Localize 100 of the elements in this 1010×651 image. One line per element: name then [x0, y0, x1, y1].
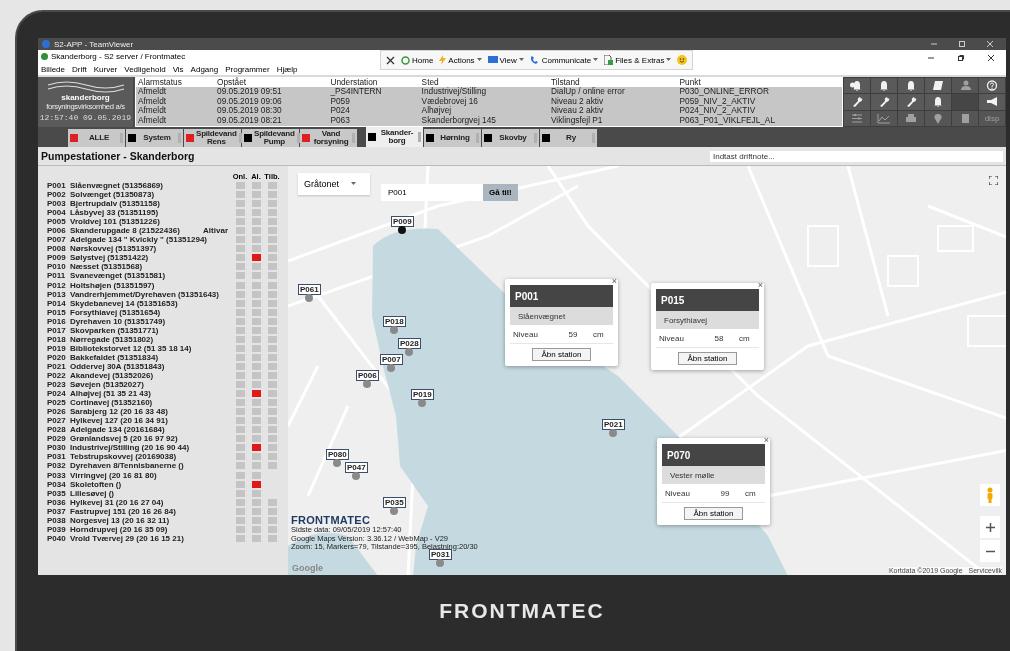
- map-marker[interactable]: [363, 380, 372, 388]
- menu-item[interactable]: Vedligehold: [124, 64, 166, 74]
- station-id[interactable]: P021: [47, 361, 70, 371]
- station-id[interactable]: P034: [47, 479, 70, 489]
- menu-item[interactable]: Vis: [172, 64, 184, 74]
- tab[interactable]: System: [126, 129, 183, 147]
- toolbar-button[interactable]: [898, 78, 924, 94]
- menu-item[interactable]: Billede: [41, 64, 65, 74]
- station-name[interactable]: Forsythiavej (51351654): [70, 307, 228, 317]
- station-id[interactable]: P008: [47, 244, 70, 254]
- station-name[interactable]: Næsset (51351568): [70, 262, 228, 272]
- station-id[interactable]: P035: [47, 488, 70, 498]
- toolbar-button[interactable]: [871, 78, 897, 94]
- smiley-icon[interactable]: [677, 55, 688, 65]
- station-id[interactable]: P003: [47, 199, 70, 209]
- zoom-in-button[interactable]: [980, 516, 1000, 538]
- station-name[interactable]: Industrivej/Stilling (20 16 90 44): [70, 443, 228, 453]
- close-button[interactable]: ×: [611, 277, 617, 286]
- station-name[interactable]: Dyrehaven 8/Tennisbanerne (): [70, 461, 228, 471]
- station-name[interactable]: Tebstrupskovvej (20169038): [70, 452, 228, 462]
- map-marker[interactable]: [352, 472, 361, 480]
- station-name[interactable]: Bibliotekstorvet 12 (51 35 18 14): [70, 343, 228, 353]
- station-id[interactable]: P038: [47, 515, 70, 525]
- station-id[interactable]: P012: [47, 280, 70, 290]
- map-marker[interactable]: [418, 399, 427, 407]
- station-name[interactable]: Vandrerhjemmet/Dyrehaven (51351643): [70, 289, 228, 299]
- station-name[interactable]: Fastrupvej 151 (20 16 26 84): [70, 506, 228, 516]
- close-icon[interactable]: [988, 55, 994, 61]
- station-name[interactable]: Adelgade 134 (20161684): [70, 425, 228, 435]
- toolbar-button[interactable]: Files & Extras: [615, 55, 665, 65]
- station-id[interactable]: P014: [47, 298, 70, 308]
- station-id[interactable]: P023: [47, 380, 70, 390]
- toolbar-button[interactable]: [871, 94, 897, 110]
- station-name[interactable]: Akandevej (51352026): [70, 371, 228, 380]
- station-name[interactable]: Solvænget (51350873): [70, 190, 228, 200]
- toolbar-button[interactable]: [925, 78, 951, 94]
- station-name[interactable]: Slåenvægnet (51356869): [70, 181, 228, 190]
- station-id[interactable]: P015: [47, 307, 70, 317]
- map-marker[interactable]: [405, 348, 414, 356]
- toolbar-button[interactable]: View: [499, 55, 517, 65]
- menu-item[interactable]: Programmer: [225, 64, 270, 74]
- station-id[interactable]: P032: [47, 461, 70, 471]
- station-name[interactable]: Cortinavej (51352160): [70, 398, 228, 408]
- station-id[interactable]: P030: [47, 443, 70, 453]
- close-icon[interactable]: [386, 55, 395, 65]
- station-id[interactable]: P028: [47, 425, 70, 435]
- menu-item[interactable]: Kurver: [93, 64, 118, 74]
- station-name[interactable]: Sølystvej (51351422): [70, 253, 228, 263]
- map-marker[interactable]: [387, 364, 396, 372]
- map-marker[interactable]: [333, 459, 342, 467]
- marker-label[interactable]: P019: [411, 389, 434, 400]
- station-name[interactable]: Søvejen (51352027): [70, 380, 228, 390]
- station-id[interactable]: P013: [47, 289, 70, 299]
- toolbar-button[interactable]: [925, 94, 951, 110]
- maximize-icon[interactable]: [959, 41, 965, 47]
- toolbar-button[interactable]: Communicate: [541, 55, 592, 65]
- station-name[interactable]: Vrold Tværvej 29 (20 16 15 21): [70, 533, 228, 543]
- map-marker[interactable]: [305, 294, 314, 302]
- station-id[interactable]: P011: [47, 271, 70, 281]
- marker-label[interactable]: P035: [383, 497, 406, 508]
- map-marker[interactable]: [390, 326, 399, 334]
- station-id[interactable]: P025: [47, 398, 70, 408]
- station-name[interactable]: Alhøjvej (51 35 21 43): [70, 389, 228, 399]
- station-id[interactable]: P018: [47, 334, 70, 344]
- open-station-button[interactable]: Åbn station: [678, 352, 737, 365]
- toolbar-button[interactable]: [844, 94, 870, 110]
- station-name[interactable]: Adelgade 134 " Kvickly " (51351294): [70, 235, 228, 245]
- station-name[interactable]: Bakkefaldet (51351834): [70, 352, 228, 362]
- menu-item[interactable]: Adgang: [190, 64, 219, 74]
- map-marker[interactable]: [398, 226, 407, 234]
- marker-label[interactable]: P028: [398, 338, 421, 349]
- tab[interactable]: Skander- borg: [366, 127, 423, 147]
- restore-icon[interactable]: [958, 55, 964, 61]
- station-id[interactable]: P039: [47, 524, 70, 534]
- station-name[interactable]: Oddervej 30A (51351843): [70, 361, 228, 371]
- station-id[interactable]: P016: [47, 316, 70, 326]
- marker-label[interactable]: P031: [429, 549, 452, 560]
- tab[interactable]: Spildevand Pump: [242, 129, 299, 147]
- station-id[interactable]: P020: [47, 352, 70, 362]
- station-id[interactable]: P010: [47, 262, 70, 272]
- marker-label[interactable]: P018: [383, 316, 406, 327]
- marker-label[interactable]: P047: [345, 462, 368, 473]
- station-id[interactable]: P033: [47, 470, 70, 480]
- marker-label[interactable]: P021: [602, 419, 625, 430]
- map-style-select[interactable]: Gråtonet: [298, 173, 370, 195]
- open-station-button[interactable]: Åbn station: [684, 507, 743, 520]
- toolbar-button[interactable]: Home: [412, 55, 434, 65]
- station-id[interactable]: P026: [47, 407, 70, 417]
- tab[interactable]: ALLE: [68, 129, 125, 147]
- toolbar-button[interactable]: [898, 94, 924, 110]
- close-button[interactable]: ×: [757, 281, 763, 290]
- station-id[interactable]: P009: [47, 253, 70, 263]
- station-name[interactable]: Nørregade (51351802): [70, 334, 228, 344]
- station-name[interactable]: Bjertrupdalv (51351158): [70, 199, 228, 209]
- note-field[interactable]: Indtast driftnote...: [710, 150, 1003, 162]
- map-marker[interactable]: [609, 429, 618, 437]
- station-name[interactable]: Norgesvej 13 (20 16 32 11): [70, 515, 228, 525]
- station-name[interactable]: Grønlandsvej 5 (20 16 97 92): [70, 434, 228, 444]
- station-name[interactable]: Hylkevej 31 (20 16 27 04): [70, 497, 228, 507]
- station-id[interactable]: P019: [47, 343, 70, 353]
